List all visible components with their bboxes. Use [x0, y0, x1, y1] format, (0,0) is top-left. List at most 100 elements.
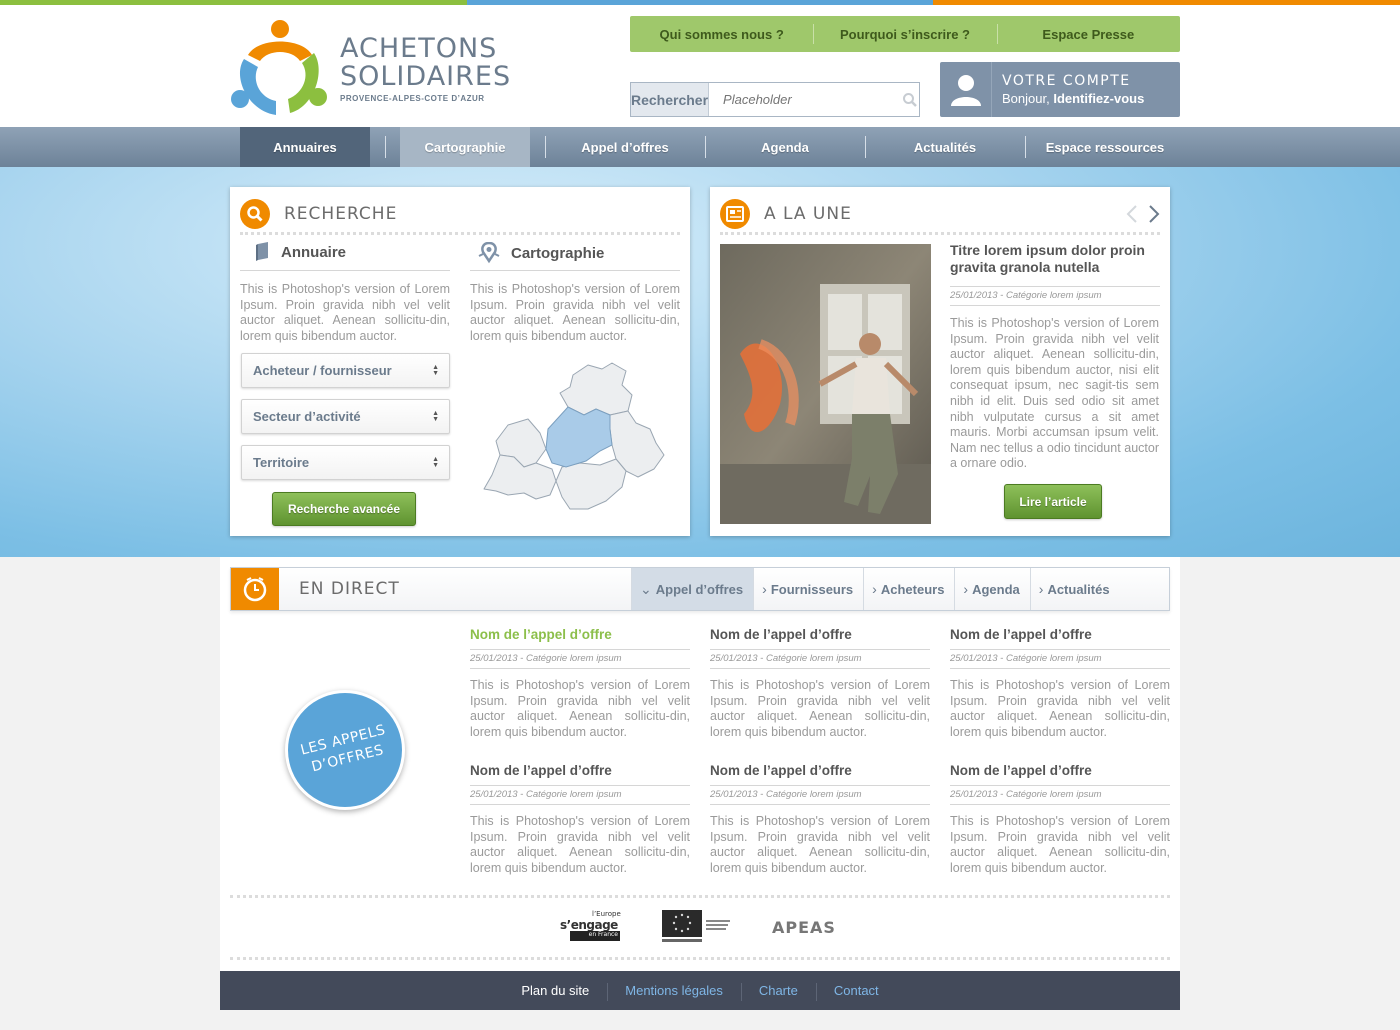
nav-cartographie[interactable]: Cartographie: [400, 127, 530, 167]
search-label: Rechercher: [631, 83, 710, 116]
tab-agenda[interactable]: › Agenda: [954, 568, 1029, 610]
select-value: Acheteur / fournisseur: [253, 363, 392, 378]
footer: Plan du site Mentions légales Charte Con…: [220, 971, 1180, 1010]
divider: [470, 270, 680, 271]
hero-background: [0, 167, 1400, 557]
article-meta: 25/01/2013 - Catégorie lorem ipsum: [950, 290, 1102, 301]
offer-meta: 25/01/2013 - Catégorie lorem ipsum: [950, 650, 1170, 669]
select-arrows-icon: ▲ ▼: [432, 364, 439, 377]
account-greeting: Bonjour, Identifiez-vous: [1002, 91, 1144, 106]
offer-item[interactable]: Nom de l’appel d’offre 25/01/2013 - Caté…: [950, 627, 1170, 740]
select-arrows-icon: ▲ ▼: [432, 456, 439, 469]
site-logo[interactable]: ACHETONS SOLIDAIRES PROVENCE-ALPES-COTE …: [228, 19, 510, 119]
nav-appel-offres[interactable]: Appel d’offres: [560, 127, 690, 167]
nav-actualites[interactable]: Actualités: [880, 127, 1010, 167]
annuaire-title: Annuaire: [281, 243, 347, 261]
nav-divider: [850, 127, 880, 167]
cartographie-title: Cartographie: [511, 244, 605, 262]
offer-meta: 25/01/2013 - Catégorie lorem ipsum: [950, 786, 1170, 805]
cartographie-heading: Cartographie: [477, 242, 604, 264]
tab-acheteurs[interactable]: › Acheteurs: [863, 568, 954, 610]
offer-name[interactable]: Nom de l’appel d’offre: [470, 763, 690, 786]
region-alpes-de-haute-provence: [545, 406, 613, 468]
europe-line3: en France: [570, 931, 620, 941]
recherche-header: RECHERCHE: [240, 195, 680, 235]
nav-annuaires[interactable]: Annuaires: [240, 127, 370, 167]
logo-line2: SOLIDAIRES: [340, 61, 512, 92]
chevron-right-icon: ›: [762, 581, 767, 597]
offer-item[interactable]: Nom de l’appel d’offre 25/01/2013 - Caté…: [950, 763, 1170, 876]
nav-divider: [1010, 127, 1040, 167]
tab-actualites[interactable]: › Actualités: [1029, 568, 1120, 610]
nav-agenda[interactable]: Agenda: [720, 127, 850, 167]
lire-article-button[interactable]: Lire l’article: [1004, 484, 1102, 519]
tab-label: Actualités: [1047, 581, 1110, 597]
footer-contact[interactable]: Contact: [815, 983, 897, 1001]
tab-label: Acheteurs: [880, 581, 945, 597]
clock-icon: [231, 568, 279, 610]
annuaire-description: This is Photoshop's version of Lorem Ips…: [240, 282, 450, 343]
search-bar: Rechercher: [630, 82, 920, 117]
article-photo[interactable]: [720, 244, 931, 524]
nav-divider: [690, 127, 720, 167]
footer-plan-du-site[interactable]: Plan du site: [503, 983, 607, 998]
next-arrow-icon[interactable]: [1148, 204, 1160, 224]
offer-name[interactable]: Nom de l’appel d’offre: [950, 627, 1170, 650]
article-title[interactable]: Titre lorem ipsum dolor proin gravita gr…: [950, 242, 1160, 276]
divider: [240, 270, 450, 271]
account-button[interactable]: VOTRE COMPTE Bonjour, Identifiez-vous: [940, 62, 1180, 117]
tab-label: Appel d’offres: [655, 581, 744, 597]
en-direct-bar: EN DIRECT ⌄ Appel d’offres › Fournisseurs …: [230, 567, 1170, 611]
search-input[interactable]: [709, 83, 902, 116]
union-europeenne-logo[interactable]: [662, 910, 732, 944]
logo-line1: ACHETONS: [340, 33, 498, 64]
logo-region: PROVENCE-ALPES-COTE D’AZUR: [340, 94, 485, 103]
footer-charte[interactable]: Charte: [740, 983, 816, 1001]
nav-espace-ressources[interactable]: Espace ressources: [1040, 127, 1170, 167]
europe-line2: s’engage: [560, 918, 618, 932]
secteur-activite-select[interactable]: Secteur d’activité ▲ ▼: [241, 399, 450, 434]
offer-item[interactable]: Nom de l’appel d’offre 25/01/2013 - Caté…: [710, 763, 930, 876]
offer-item[interactable]: Nom de l’appel d’offre 25/01/2013 - Caté…: [470, 763, 690, 876]
territoire-select[interactable]: Territoire ▲ ▼: [241, 445, 450, 480]
prev-arrow-icon[interactable]: [1126, 204, 1138, 224]
select-value: Secteur d’activité: [253, 409, 361, 424]
topnav-pourquoi-sinscrire[interactable]: Pourquoi s’inscrire ?: [813, 16, 996, 52]
greeting-text: Bonjour,: [1002, 91, 1050, 106]
apeas-logo[interactable]: APEAS: [772, 918, 836, 937]
magnifier-icon[interactable]: [901, 83, 919, 116]
recherche-avancee-button[interactable]: Recherche avancée: [272, 492, 416, 526]
offer-name[interactable]: Nom de l’appel d’offre: [470, 627, 690, 650]
top-navigation: Qui sommes nous ? Pourquoi s’inscrire ? …: [630, 16, 1180, 52]
tab-label: Agenda: [972, 581, 1020, 597]
offer-name[interactable]: Nom de l’appel d’offre: [950, 763, 1170, 786]
tab-appel-offres[interactable]: ⌄ Appel d’offres: [631, 568, 754, 610]
divider: [230, 895, 1170, 899]
tab-fournisseurs[interactable]: › Fournisseurs: [753, 568, 863, 610]
offer-item[interactable]: Nom de l’appel d’offre 25/01/2013 - Caté…: [470, 627, 690, 740]
account-text: VOTRE COMPTE Bonjour, Identifiez-vous: [992, 73, 1144, 106]
header: ACHETONS SOLIDAIRES PROVENCE-ALPES-COTE …: [0, 5, 1400, 127]
chevron-right-icon: ›: [1038, 581, 1044, 597]
login-link[interactable]: Identifiez-vous: [1053, 91, 1144, 106]
offer-text: This is Photoshop's version of Lorem Ips…: [470, 814, 690, 875]
article-excerpt: This is Photoshop's version of Lorem Ips…: [950, 316, 1159, 471]
book-icon: [256, 242, 268, 261]
footer-mentions-legales[interactable]: Mentions légales: [607, 983, 741, 1001]
topnav-espace-presse[interactable]: Espace Presse: [996, 16, 1180, 52]
offer-text: This is Photoshop's version of Lorem Ips…: [710, 814, 930, 875]
a-la-une-panel: A LA UNE Titre lorem ipsum dolor proin g…: [710, 187, 1170, 536]
main-navigation: Annuaires Cartographie Appel d’offres Ag…: [0, 127, 1400, 167]
offer-meta: 25/01/2013 - Catégorie lorem ipsum: [710, 786, 930, 805]
europe-sengage-logo[interactable]: l’Europe s’engage en France: [560, 910, 622, 944]
region-hautes-alpes: [559, 362, 633, 416]
a-la-une-title: A LA UNE: [764, 203, 852, 224]
offer-name[interactable]: Nom de l’appel d’offre: [710, 627, 930, 650]
annuaire-heading: Annuaire: [255, 242, 346, 262]
region-map[interactable]: [478, 359, 678, 519]
acheteur-fournisseur-select[interactable]: Acheteur / fournisseur ▲ ▼: [241, 353, 450, 388]
offer-text: This is Photoshop's version of Lorem Ips…: [950, 814, 1170, 875]
topnav-qui-sommes-nous[interactable]: Qui sommes nous ?: [630, 16, 813, 52]
offer-name[interactable]: Nom de l’appel d’offre: [710, 763, 930, 786]
offer-item[interactable]: Nom de l’appel d’offre 25/01/2013 - Caté…: [710, 627, 930, 740]
